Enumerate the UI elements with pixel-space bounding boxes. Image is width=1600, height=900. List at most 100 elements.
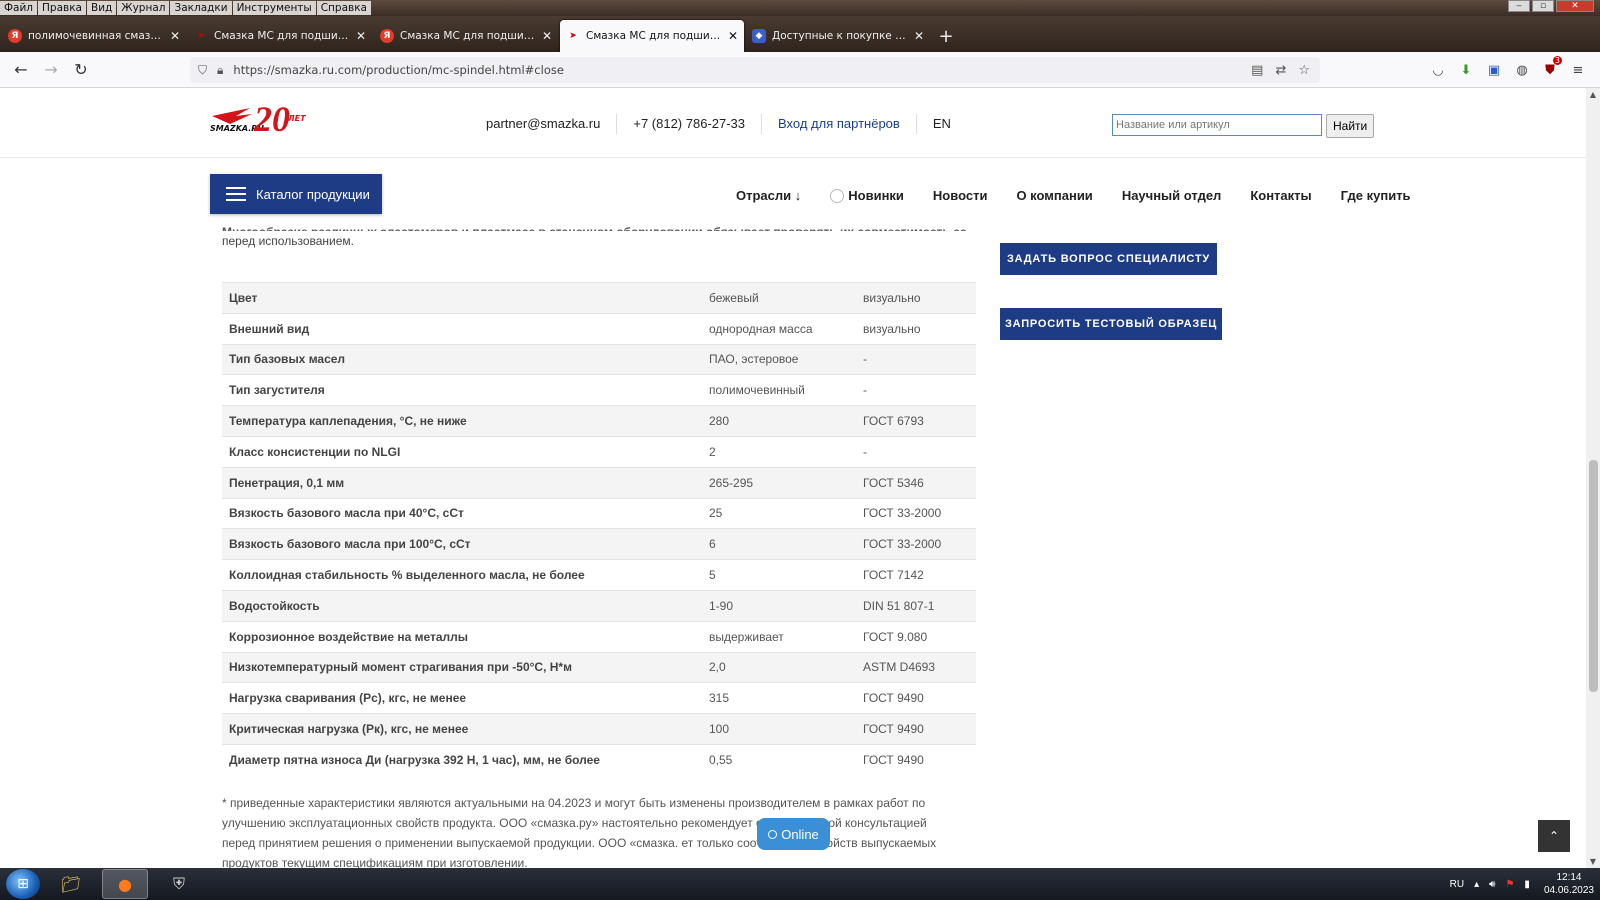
- menu-item[interactable]: Справка: [316, 1, 371, 15]
- bookmark-star-icon[interactable]: ☆: [1298, 63, 1310, 78]
- translator-extension-icon[interactable]: ▣: [1480, 58, 1508, 82]
- lock-icon[interactable]: 🔒︎: [217, 63, 223, 78]
- property-cell: Критическая нагрузка (Рк), кгс, не менее: [222, 713, 702, 745]
- scroll-down-icon[interactable]: ▼: [1586, 857, 1600, 866]
- keyboard-language[interactable]: RU: [1450, 879, 1464, 890]
- menu-item[interactable]: Файл: [0, 1, 38, 15]
- search-input[interactable]: [1112, 114, 1322, 136]
- url-text[interactable]: https://smazka.ru.com/production/mc-spin…: [233, 63, 1239, 77]
- nav-item[interactable]: Новости: [933, 188, 988, 203]
- online-chat-button[interactable]: Online: [757, 818, 830, 850]
- property-cell: Коллоидная стабильность % выделенного ма…: [222, 559, 702, 591]
- request-sample-button[interactable]: ЗАПРОСИТЬ ТЕСТОВЫЙ ОБРАЗЕЦ: [1000, 308, 1222, 340]
- close-tab-icon[interactable]: ✕: [542, 29, 552, 43]
- maximize-button[interactable]: ▫: [1532, 0, 1554, 12]
- menu-item[interactable]: Правка: [38, 1, 86, 15]
- new-badge-icon: [830, 188, 845, 203]
- ublock-icon[interactable]: ⛊ 3: [1536, 56, 1564, 82]
- scroll-to-top-button[interactable]: ⌃: [1538, 820, 1570, 852]
- method-cell: -: [856, 435, 976, 468]
- signal-icon[interactable]: ▮: [1524, 879, 1530, 890]
- reader-view-icon[interactable]: ▤: [1251, 63, 1263, 78]
- menu-item[interactable]: Журнал: [117, 1, 170, 15]
- close-tab-icon[interactable]: ✕: [356, 29, 366, 43]
- phone-link[interactable]: +7 (812) 786-27-33: [617, 114, 763, 134]
- globe-icon[interactable]: ◍: [1508, 58, 1536, 82]
- nav-item[interactable]: О компании: [1016, 188, 1092, 203]
- language-switch[interactable]: EN: [917, 114, 967, 134]
- hamburger-menu-icon[interactable]: ≡: [1564, 58, 1592, 82]
- address-bar[interactable]: ⛉ 🔒︎ https://smazka.ru.com/production/mc…: [190, 57, 1320, 83]
- catalog-button[interactable]: Каталог продукции: [210, 174, 382, 214]
- clock[interactable]: 12:14 04.06.2023: [1544, 871, 1594, 897]
- shield-icon[interactable]: ⛉: [198, 63, 207, 78]
- network-alert-icon[interactable]: ⚑: [1505, 879, 1514, 890]
- property-cell: Коррозионное воздействие на металлы: [222, 620, 702, 653]
- online-label: Online: [781, 826, 819, 842]
- property-cell: Вязкость базового масла при 40°С, сСт: [222, 497, 702, 529]
- minimize-button[interactable]: ‒: [1508, 0, 1530, 12]
- menu-item[interactable]: Инструменты: [232, 1, 316, 15]
- browser-tab[interactable]: Я Смазка МС для подшипников ✕: [374, 20, 558, 52]
- reload-icon[interactable]: ↻: [66, 55, 96, 85]
- browser-tab[interactable]: ➤ Смазка МС для подшипников ✕: [188, 20, 372, 52]
- property-cell: Температура каплепадения, °С, не ниже: [222, 405, 702, 437]
- app-shield-icon[interactable]: ⛨: [156, 869, 202, 899]
- property-cell: Вязкость базового масла при 100°С, сСт: [222, 528, 702, 560]
- value-cell: 1-90: [702, 589, 856, 622]
- tab-strip: Яполимочевинная смазка — Я ✕ ➤ Смазка МС дл…: [0, 16, 1600, 52]
- start-button[interactable]: ⊞: [6, 869, 40, 899]
- menu-bar: Файл Правка Вид Журнал Закладки Инструменты Сп…: [0, 0, 1600, 16]
- method-cell: ГОСТ 9490: [856, 682, 976, 714]
- close-tab-icon[interactable]: ✕: [728, 29, 738, 43]
- menu-item[interactable]: Закладки: [170, 1, 232, 15]
- value-cell: 2,0: [702, 651, 856, 683]
- ask-specialist-button[interactable]: ЗАДАТЬ ВОПРОС СПЕЦИАЛИСТУ: [1000, 243, 1217, 275]
- translate-icon[interactable]: ⇄: [1275, 63, 1286, 78]
- email-link[interactable]: partner@smazka.ru: [470, 114, 618, 134]
- site-search: Найти: [1112, 114, 1375, 138]
- tray-expand-icon[interactable]: ▴: [1474, 879, 1479, 890]
- nav-item[interactable]: Научный отдел: [1122, 188, 1222, 203]
- table-row: Пенетрация, 0,1 мм 265-295 ГОСТ 5346: [222, 466, 976, 499]
- nav-item[interactable]: Контакты: [1250, 188, 1311, 203]
- menu-item[interactable]: Вид: [86, 1, 117, 15]
- value-cell: 6: [702, 528, 856, 560]
- browser-tab[interactable]: Яполимочевинная смазка — Я ✕: [2, 20, 186, 52]
- scroll-up-icon[interactable]: ▲: [1586, 90, 1600, 99]
- close-tab-icon[interactable]: ✕: [914, 29, 924, 43]
- method-cell: визуально: [856, 312, 976, 345]
- nav-item[interactable]: Где купить: [1341, 188, 1411, 203]
- browser-tab[interactable]: ◆ Доступные к покупке плимоч ✕: [746, 20, 930, 52]
- table-row: Диаметр пятна износа Ди (нагрузка 392 Н,…: [222, 743, 976, 776]
- download-icon[interactable]: ⬇: [1452, 58, 1480, 82]
- new-tab-button[interactable]: +: [932, 20, 960, 52]
- pocket-icon[interactable]: ◡: [1424, 58, 1452, 82]
- search-button[interactable]: Найти: [1326, 114, 1375, 138]
- nav-item-label: Новинки: [848, 188, 904, 203]
- forward-icon[interactable]: →: [36, 55, 66, 85]
- partner-login-link[interactable]: Вход для партнёров: [762, 114, 917, 134]
- explorer-icon[interactable]: 📁︎: [48, 869, 94, 899]
- scrollbar-thumb[interactable]: [1589, 460, 1598, 692]
- property-cell: Пенетрация, 0,1 мм: [222, 466, 702, 499]
- nav-item[interactable]: Новинки: [830, 188, 904, 203]
- table-row: Водостойкость 1-90 DIN 51 807-1: [222, 589, 976, 622]
- property-cell: Низкотемпературный момент страгивания пр…: [222, 651, 702, 683]
- table-row: Тип базовых масел ПАО, эстеровое -: [222, 343, 976, 375]
- page-scrollbar[interactable]: ▲ ▼: [1586, 88, 1600, 868]
- intro-cut-line: Многообразие различных эластомеров и пла…: [222, 222, 972, 231]
- back-icon[interactable]: ←: [6, 55, 36, 85]
- property-cell: Класс консистенции по NLGI: [222, 435, 702, 468]
- nav-item[interactable]: Отрасли ↓: [736, 188, 801, 203]
- close-tab-icon[interactable]: ✕: [170, 29, 180, 43]
- logo-let: ЛЕТ: [288, 114, 306, 123]
- property-cell: Водостойкость: [222, 589, 702, 622]
- close-window-button[interactable]: ✕: [1556, 0, 1594, 12]
- site-logo[interactable]: SMAZKA.RU 20 ЛЕТ: [210, 99, 306, 140]
- ya-favicon-icon: Я: [380, 29, 394, 43]
- firefox-icon[interactable]: ●: [102, 869, 148, 899]
- volume-icon[interactable]: 🔊︎: [1489, 879, 1495, 890]
- browser-tab[interactable]: ➤ Смазка МС для подшипников ✕: [560, 20, 744, 52]
- table-row: Коллоидная стабильность % выделенного ма…: [222, 559, 976, 591]
